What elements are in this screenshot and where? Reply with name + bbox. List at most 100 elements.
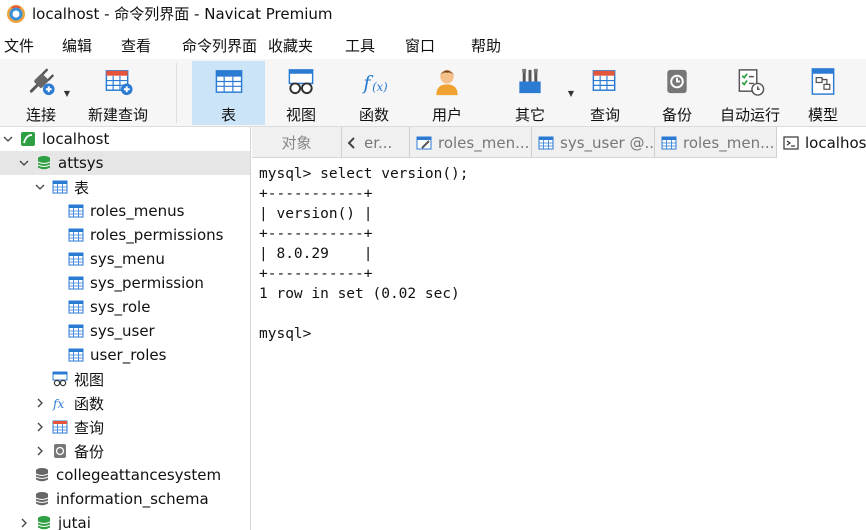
tab-truncated[interactable]: er... — [342, 127, 410, 158]
tree-connection-localhost[interactable]: localhost — [0, 127, 250, 151]
backup-icon — [54, 444, 66, 458]
chevron-right-icon[interactable] — [34, 445, 46, 457]
table-icon — [661, 136, 677, 149]
tree-table-item[interactable]: sys_permission — [0, 271, 250, 295]
window-title: localhost - 命令列界面 - Navicat Premium — [32, 5, 333, 23]
table-icon — [68, 276, 84, 290]
tree-label: user_roles — [90, 346, 167, 364]
tree-label: 表 — [74, 178, 90, 197]
view-glasses-icon — [52, 371, 68, 387]
tree-group-backups[interactable]: 备份 — [0, 439, 250, 463]
table-icon — [68, 348, 84, 362]
table-icon — [68, 204, 84, 218]
tree-label: localhost — [42, 130, 110, 148]
tab-console-localhost[interactable]: localhost — [777, 127, 866, 159]
connect-plug-icon — [29, 68, 55, 96]
table-edit-icon — [416, 136, 432, 149]
backup-label: 备份 — [661, 106, 692, 124]
tab-objects[interactable]: 对象 — [252, 127, 342, 158]
tab-roles-menus[interactable]: roles_men... — [410, 127, 532, 158]
tab-sys-user[interactable]: sys_user @... — [532, 127, 655, 158]
tree-table-item[interactable]: sys_role — [0, 295, 250, 319]
others-label: 其它 — [514, 106, 545, 124]
tree-group-tables[interactable]: 表 — [0, 175, 250, 199]
backup-icon — [667, 69, 687, 94]
tree-label: information_schema — [56, 490, 209, 508]
tree-table-item[interactable]: roles_permissions — [0, 223, 250, 247]
tree-label: 备份 — [74, 442, 105, 461]
menu-help[interactable]: 帮助 — [471, 35, 501, 56]
mysql-connection-icon — [21, 132, 35, 146]
console-line: | version() | — [259, 206, 373, 222]
model-icon — [811, 68, 835, 95]
views-button[interactable]: 视图 — [272, 61, 330, 125]
tree-label: 视图 — [74, 370, 105, 389]
tree-table-item[interactable]: sys_menu — [0, 247, 250, 271]
console-area[interactable]: mysql> select version(); +-----------+ |… — [252, 158, 866, 530]
backup-button[interactable]: 备份 — [648, 61, 706, 125]
tree-label: roles_menus — [90, 202, 185, 220]
model-button[interactable]: 模型 — [800, 61, 846, 125]
others-button[interactable]: 其它 ▼ — [500, 61, 574, 125]
console-line: | 8.0.29 | — [259, 246, 373, 262]
menu-edit[interactable]: 编辑 — [62, 35, 92, 56]
chevron-down-icon[interactable]: ▼ — [64, 89, 70, 98]
console-prompt[interactable]: mysql> — [259, 326, 311, 342]
database-icon — [35, 492, 49, 506]
table-icon — [538, 136, 554, 149]
users-button[interactable]: 用户 — [418, 61, 476, 125]
automation-button[interactable]: 自动运行 — [716, 61, 784, 125]
queries-label: 查询 — [589, 106, 620, 124]
tab-label: 对象 — [281, 134, 312, 152]
tree-table-item[interactable]: user_roles — [0, 343, 250, 367]
chevron-down-icon[interactable] — [18, 157, 30, 169]
tree-label: sys_user — [90, 322, 155, 340]
connect-label: 连接 — [25, 106, 56, 124]
chevron-right-icon[interactable] — [34, 397, 46, 409]
chevron-down-icon[interactable]: ▼ — [568, 89, 574, 98]
chevron-right-icon[interactable] — [34, 421, 46, 433]
table-icon — [68, 228, 84, 242]
chevron-down-icon[interactable] — [2, 133, 14, 145]
chevron-down-icon[interactable] — [34, 181, 46, 193]
tables-button[interactable]: 表 — [192, 61, 265, 125]
tree-database-item[interactable]: jutai — [0, 511, 250, 530]
query-icon — [52, 420, 68, 434]
functions-button[interactable]: f (x) 函数 — [345, 61, 403, 125]
tree-database-item[interactable]: information_schema — [0, 487, 250, 511]
tree-table-item[interactable]: roles_menus — [0, 199, 250, 223]
chevron-right-icon[interactable] — [18, 517, 30, 529]
function-fx-icon: fx — [52, 397, 64, 411]
queries-button[interactable]: 查询 — [576, 61, 634, 125]
user-icon — [436, 69, 458, 96]
tree-group-functions[interactable]: fx 函数 — [0, 391, 250, 415]
tree-group-queries[interactable]: 查询 — [0, 415, 250, 439]
tree-label: jutai — [58, 514, 91, 530]
tree-database-item[interactable]: collegeattancesystem — [0, 463, 250, 487]
views-label: 视图 — [285, 106, 316, 124]
tab-label: er... — [364, 133, 393, 152]
menu-view[interactable]: 查看 — [121, 35, 151, 56]
database-icon — [35, 468, 49, 482]
tree-label: collegeattancesystem — [56, 466, 222, 484]
view-glasses-icon — [288, 69, 314, 95]
functions-label: 函数 — [358, 106, 389, 124]
connect-button[interactable]: 连接 ▼ — [14, 61, 70, 125]
tree-group-views[interactable]: 视图 — [0, 367, 250, 391]
tree-label: 函数 — [74, 394, 105, 413]
menu-tools[interactable]: 工具 — [345, 35, 375, 56]
tab-label: roles_men... — [683, 133, 775, 152]
menu-bar: 文件 编辑 查看 命令列界面 收藏夹 工具 窗口 帮助 — [0, 31, 866, 59]
menu-console[interactable]: 命令列界面 — [182, 35, 257, 56]
console-line: +-----------+ — [259, 226, 373, 242]
menu-file[interactable]: 文件 — [4, 35, 34, 56]
tree-table-item[interactable]: sys_user — [0, 319, 250, 343]
table-icon — [52, 180, 68, 194]
query-icon — [592, 70, 616, 91]
chevron-left-icon[interactable] — [346, 136, 358, 150]
menu-favorites[interactable]: 收藏夹 — [268, 35, 313, 56]
new-query-button[interactable]: 新建查询 — [84, 61, 152, 125]
menu-window[interactable]: 窗口 — [405, 35, 435, 56]
tree-database-attsys[interactable]: attsys — [0, 151, 250, 175]
tab-roles-menus-2[interactable]: roles_men... — [655, 127, 777, 158]
